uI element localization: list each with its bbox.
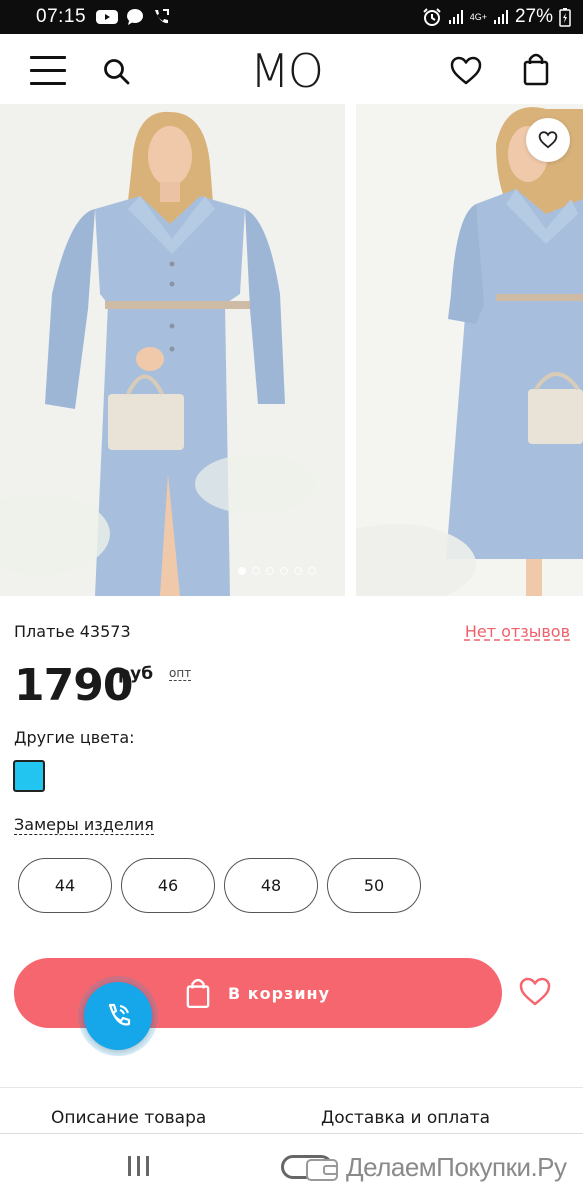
shopping-bag-icon: [186, 978, 210, 1008]
model-photo-illustration: [0, 104, 345, 596]
message-icon: [127, 9, 144, 25]
shopping-bag-icon[interactable]: [523, 52, 549, 86]
signal-icon: [493, 10, 508, 24]
gallery-dot[interactable]: [294, 567, 302, 575]
battery-charging-icon: [559, 8, 571, 27]
reviews-link[interactable]: Нет отзывов: [465, 622, 570, 641]
gallery-dot[interactable]: [280, 567, 288, 575]
heart-icon[interactable]: [518, 977, 552, 1007]
status-bar: 07:15 4G+ 27%: [0, 0, 583, 34]
callback-button[interactable]: [78, 976, 158, 1056]
gallery-pagination[interactable]: [238, 567, 316, 575]
heart-icon[interactable]: [450, 56, 482, 86]
size-selector: 44 46 48 50: [18, 858, 421, 913]
product-gallery[interactable]: [0, 104, 583, 596]
product-title: Платье 43573: [14, 622, 131, 641]
battery-percent: 27%: [514, 6, 553, 27]
watermark: ДелаемПокупки.Ру: [346, 1152, 567, 1182]
youtube-icon: [96, 10, 119, 24]
gallery-dot[interactable]: [266, 567, 274, 575]
gallery-dot[interactable]: [252, 567, 260, 575]
heart-icon: [538, 131, 558, 149]
wholesale-price-link[interactable]: опт: [169, 666, 192, 681]
gallery-dot[interactable]: [238, 567, 246, 575]
signal-icon: [448, 10, 463, 24]
product-price: 1790: [14, 660, 133, 711]
recent-apps-button[interactable]: [128, 1156, 149, 1176]
add-to-favorites-button[interactable]: [526, 118, 570, 162]
price-currency: руб: [118, 664, 154, 684]
brand-logo[interactable]: MO: [250, 46, 324, 96]
tab-delivery[interactable]: Доставка и оплата: [321, 1108, 490, 1128]
add-to-cart-label: В корзину: [227, 983, 331, 1003]
call-forward-icon: [155, 9, 170, 24]
model-photo-illustration: [356, 104, 583, 596]
wallet-icon: [306, 1159, 338, 1181]
app-header: MO: [0, 34, 583, 104]
product-photo[interactable]: [356, 104, 583, 596]
network-type: 4G+: [469, 11, 487, 22]
other-colors-label: Другие цвета:: [14, 728, 135, 747]
product-photo[interactable]: [0, 104, 345, 596]
size-option[interactable]: 48: [224, 858, 318, 913]
alarm-icon: [422, 8, 441, 26]
divider: [0, 1087, 583, 1088]
phone-icon: [108, 1003, 131, 1026]
size-option[interactable]: 50: [327, 858, 421, 913]
size-option[interactable]: 44: [18, 858, 112, 913]
gallery-dot[interactable]: [308, 567, 316, 575]
menu-icon[interactable]: [30, 56, 66, 86]
size-option[interactable]: 46: [121, 858, 215, 913]
tab-description[interactable]: Описание товара: [51, 1108, 206, 1128]
status-time: 07:15: [36, 6, 87, 27]
color-swatch[interactable]: [13, 760, 45, 792]
search-icon[interactable]: [103, 58, 131, 86]
measurements-link[interactable]: Замеры изделия: [14, 815, 154, 835]
